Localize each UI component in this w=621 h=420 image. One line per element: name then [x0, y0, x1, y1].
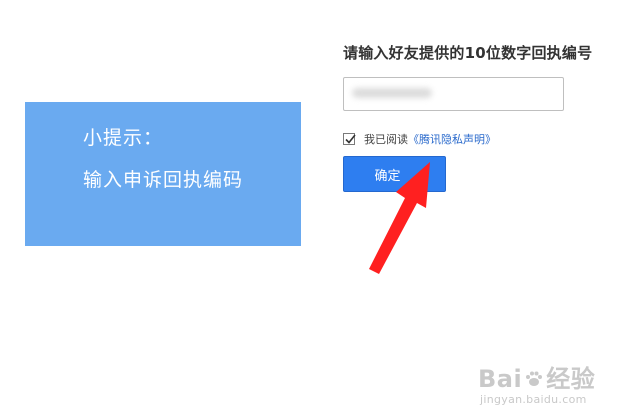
agree-checkbox[interactable]	[343, 133, 356, 145]
tip-card: 小提示： 输入申诉回执编码	[25, 102, 301, 246]
red-arrow-annotation	[369, 162, 430, 274]
page: 小提示： 输入申诉回执编码 请输入好友提供的10位数字回执编号 我已阅读 《腾讯…	[0, 0, 621, 420]
watermark-url: jingyan.baidu.com	[480, 393, 587, 406]
privacy-statement-link[interactable]: 《腾讯隐私声明》	[408, 131, 496, 147]
checkmark-icon	[345, 134, 356, 144]
agree-row: 我已阅读 《腾讯隐私声明》	[343, 131, 496, 147]
baidu-jingyan-watermark: Bai 经验 jingyan.baidu.com	[478, 365, 595, 406]
tip-title: 小提示：	[83, 127, 164, 149]
watermark-brand-b: 经验	[546, 365, 596, 393]
code-prompt-label: 请输入好友提供的10位数字回执编号	[343, 44, 593, 62]
blurred-input-value	[352, 88, 432, 98]
agree-text: 我已阅读	[364, 133, 408, 146]
watermark-brand-a: Bai	[478, 365, 523, 393]
tip-body: 输入申诉回执编码	[83, 169, 244, 191]
paw-icon	[526, 371, 543, 386]
